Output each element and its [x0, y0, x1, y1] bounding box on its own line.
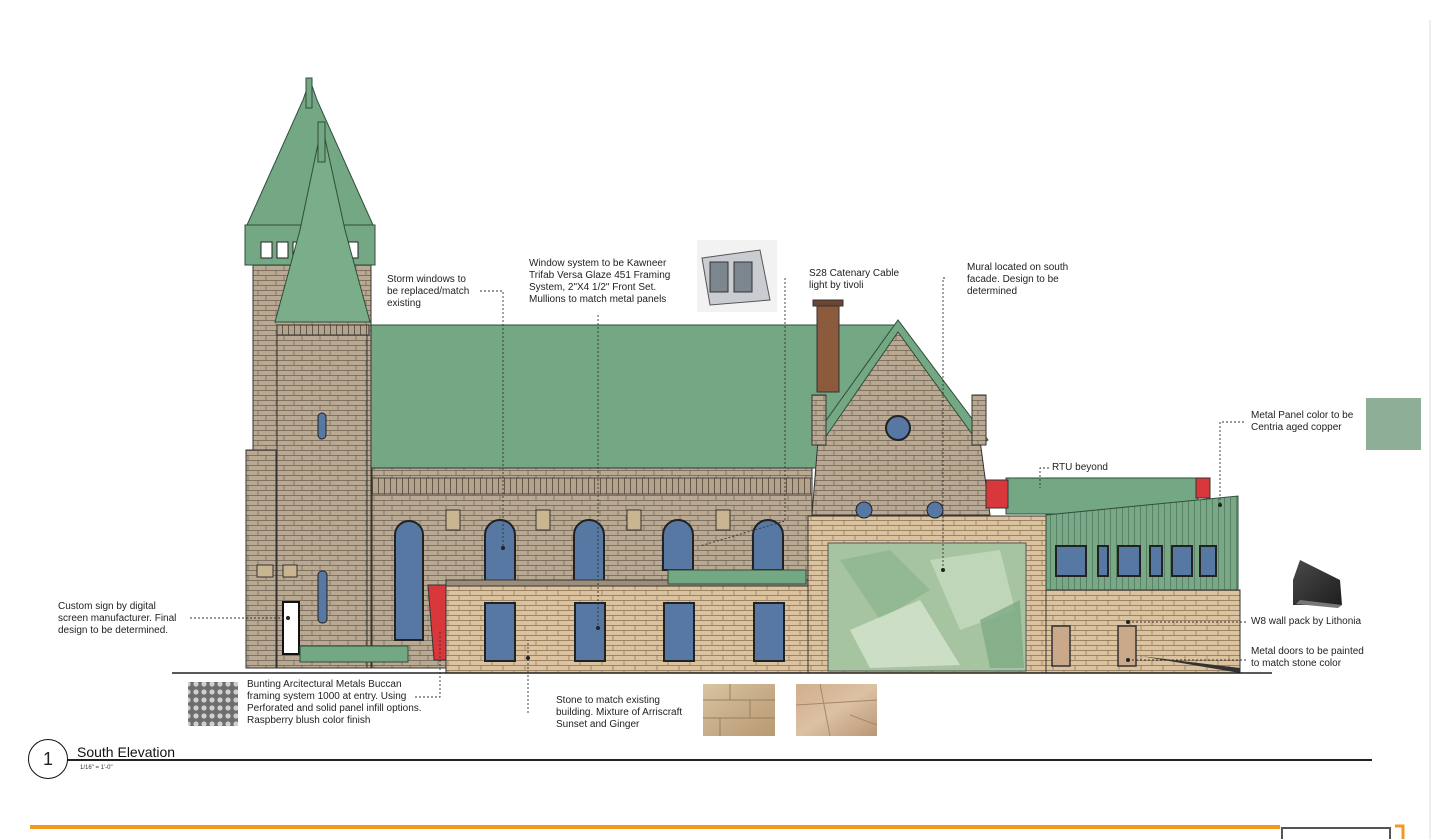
perforated-panel-sample: [188, 682, 238, 726]
green-canopy: [667, 569, 807, 585]
note-bunting: Bunting Arcitectural Metals Buccan frami…: [247, 679, 422, 726]
note-window-system: Window system to be Kawneer Trifab Versa…: [529, 258, 671, 305]
note-rtu: RTU beyond: [1052, 462, 1108, 473]
gable-pinnacle-left: [811, 394, 827, 446]
arched-window-3: [662, 519, 694, 571]
rose-window: [885, 415, 911, 441]
nave-cornice: [371, 477, 813, 495]
stone-sample-sunset: [703, 684, 775, 736]
gable-pinnacle-right: [971, 394, 987, 446]
note-metal-doors: Metal doors to be painted to match stone…: [1251, 646, 1364, 669]
drawing-scale: 1/16" = 1'-0": [80, 765, 113, 771]
arched-window-4: [752, 519, 784, 571]
arched-window-2: [573, 519, 605, 586]
note-catenary-light: S28 Catenary Cable light by tivoli: [809, 268, 900, 291]
chimney: [816, 299, 840, 393]
metal-door-1: [1051, 625, 1071, 667]
note-stone: Stone to match existing building. Mixtur…: [556, 695, 683, 730]
arched-window-tall: [394, 520, 424, 641]
note-wall-pack: W8 wall pack by Lithonia: [1251, 616, 1362, 627]
note-metal-panel: Metal Panel color to be Centria aged cop…: [1251, 410, 1354, 433]
note-mural: Mural located on south facade. Design to…: [967, 262, 1069, 297]
note-storm-windows: Storm windows to be replaced/match exist…: [387, 274, 470, 309]
entry-canopy: [299, 645, 409, 663]
drawing-title: South Elevation: [77, 744, 176, 760]
metal-panel-color-swatch: [1366, 398, 1421, 450]
south-elevation-drawing: [30, 20, 1431, 839]
window-system-product-image: [697, 240, 777, 312]
wall-pack-product-image: [1293, 560, 1342, 608]
drawing-number: 1: [28, 739, 68, 779]
custom-sign: [282, 601, 300, 655]
stone-sample-ginger: [796, 684, 877, 736]
arched-window-1: [484, 519, 516, 586]
note-custom-sign: Custom sign by digital screen manufactur…: [58, 601, 177, 636]
right-brick-base: [1045, 589, 1241, 674]
